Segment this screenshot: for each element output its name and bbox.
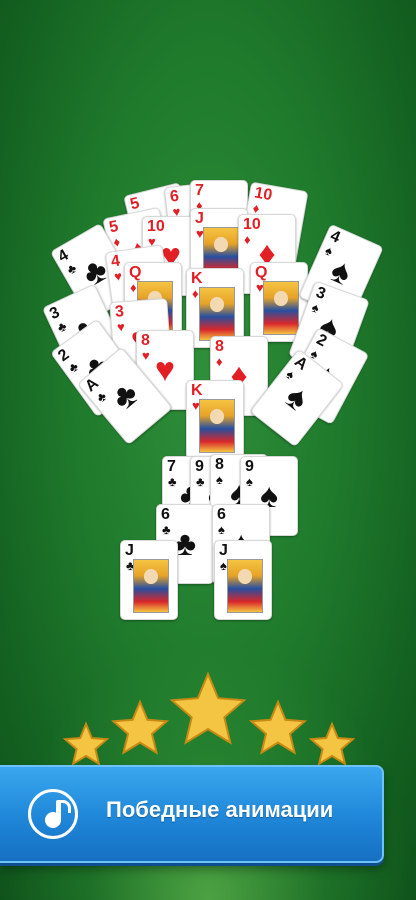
card-suit-small: ♠ (309, 299, 322, 316)
card-suit-small: ♣ (196, 474, 205, 489)
face-card-art (263, 281, 299, 335)
face-card-art (133, 559, 169, 613)
music-note-icon (28, 789, 78, 839)
star-icon (62, 721, 110, 766)
star-icon (169, 671, 247, 745)
card-suit-small: ♣ (162, 522, 171, 537)
card-suit: ♣ (104, 374, 146, 418)
card-suit-small: ♥ (116, 319, 126, 335)
star-icon (110, 699, 170, 755)
face-card-art (227, 559, 263, 613)
card-suit-small: ♠ (218, 522, 225, 537)
playing-card: K ♥ (186, 380, 244, 460)
feature-banner: Победные анимации (0, 765, 384, 863)
star-icon (308, 721, 356, 766)
card-suit-small: ♥ (142, 348, 150, 363)
card-suit-small: ♦ (130, 280, 137, 295)
card-suit-small: ♦ (244, 232, 251, 247)
card-suit-small: ♥ (113, 268, 123, 285)
card-suit-small: ♠ (220, 558, 227, 573)
card-suit-small: ♦ (192, 286, 199, 301)
star-icon (248, 699, 308, 755)
face-card-art (199, 287, 235, 341)
face-card-art (199, 399, 235, 453)
card-suit-small: ♠ (283, 366, 298, 383)
card-suit-small: ♦ (216, 354, 223, 369)
playing-card: J ♠ (214, 540, 272, 620)
card-suit: ♥ (154, 351, 176, 389)
game-background: 5♥♥6♥♥7♦♦10♦♦5♦♦10♥♥J♥10♦♦4♣♣4♥♥Q♦K♦Q♥4♠… (0, 0, 416, 900)
card-suit-small: ♣ (168, 474, 177, 489)
card-suit: ♠ (278, 377, 316, 419)
banner-title: Победные анимации (106, 797, 334, 822)
playing-card: J ♣ (120, 540, 178, 620)
card-suit-small: ♠ (216, 472, 223, 487)
card-suit-small: ♠ (322, 242, 336, 260)
card-suit-small: ♠ (246, 474, 253, 489)
